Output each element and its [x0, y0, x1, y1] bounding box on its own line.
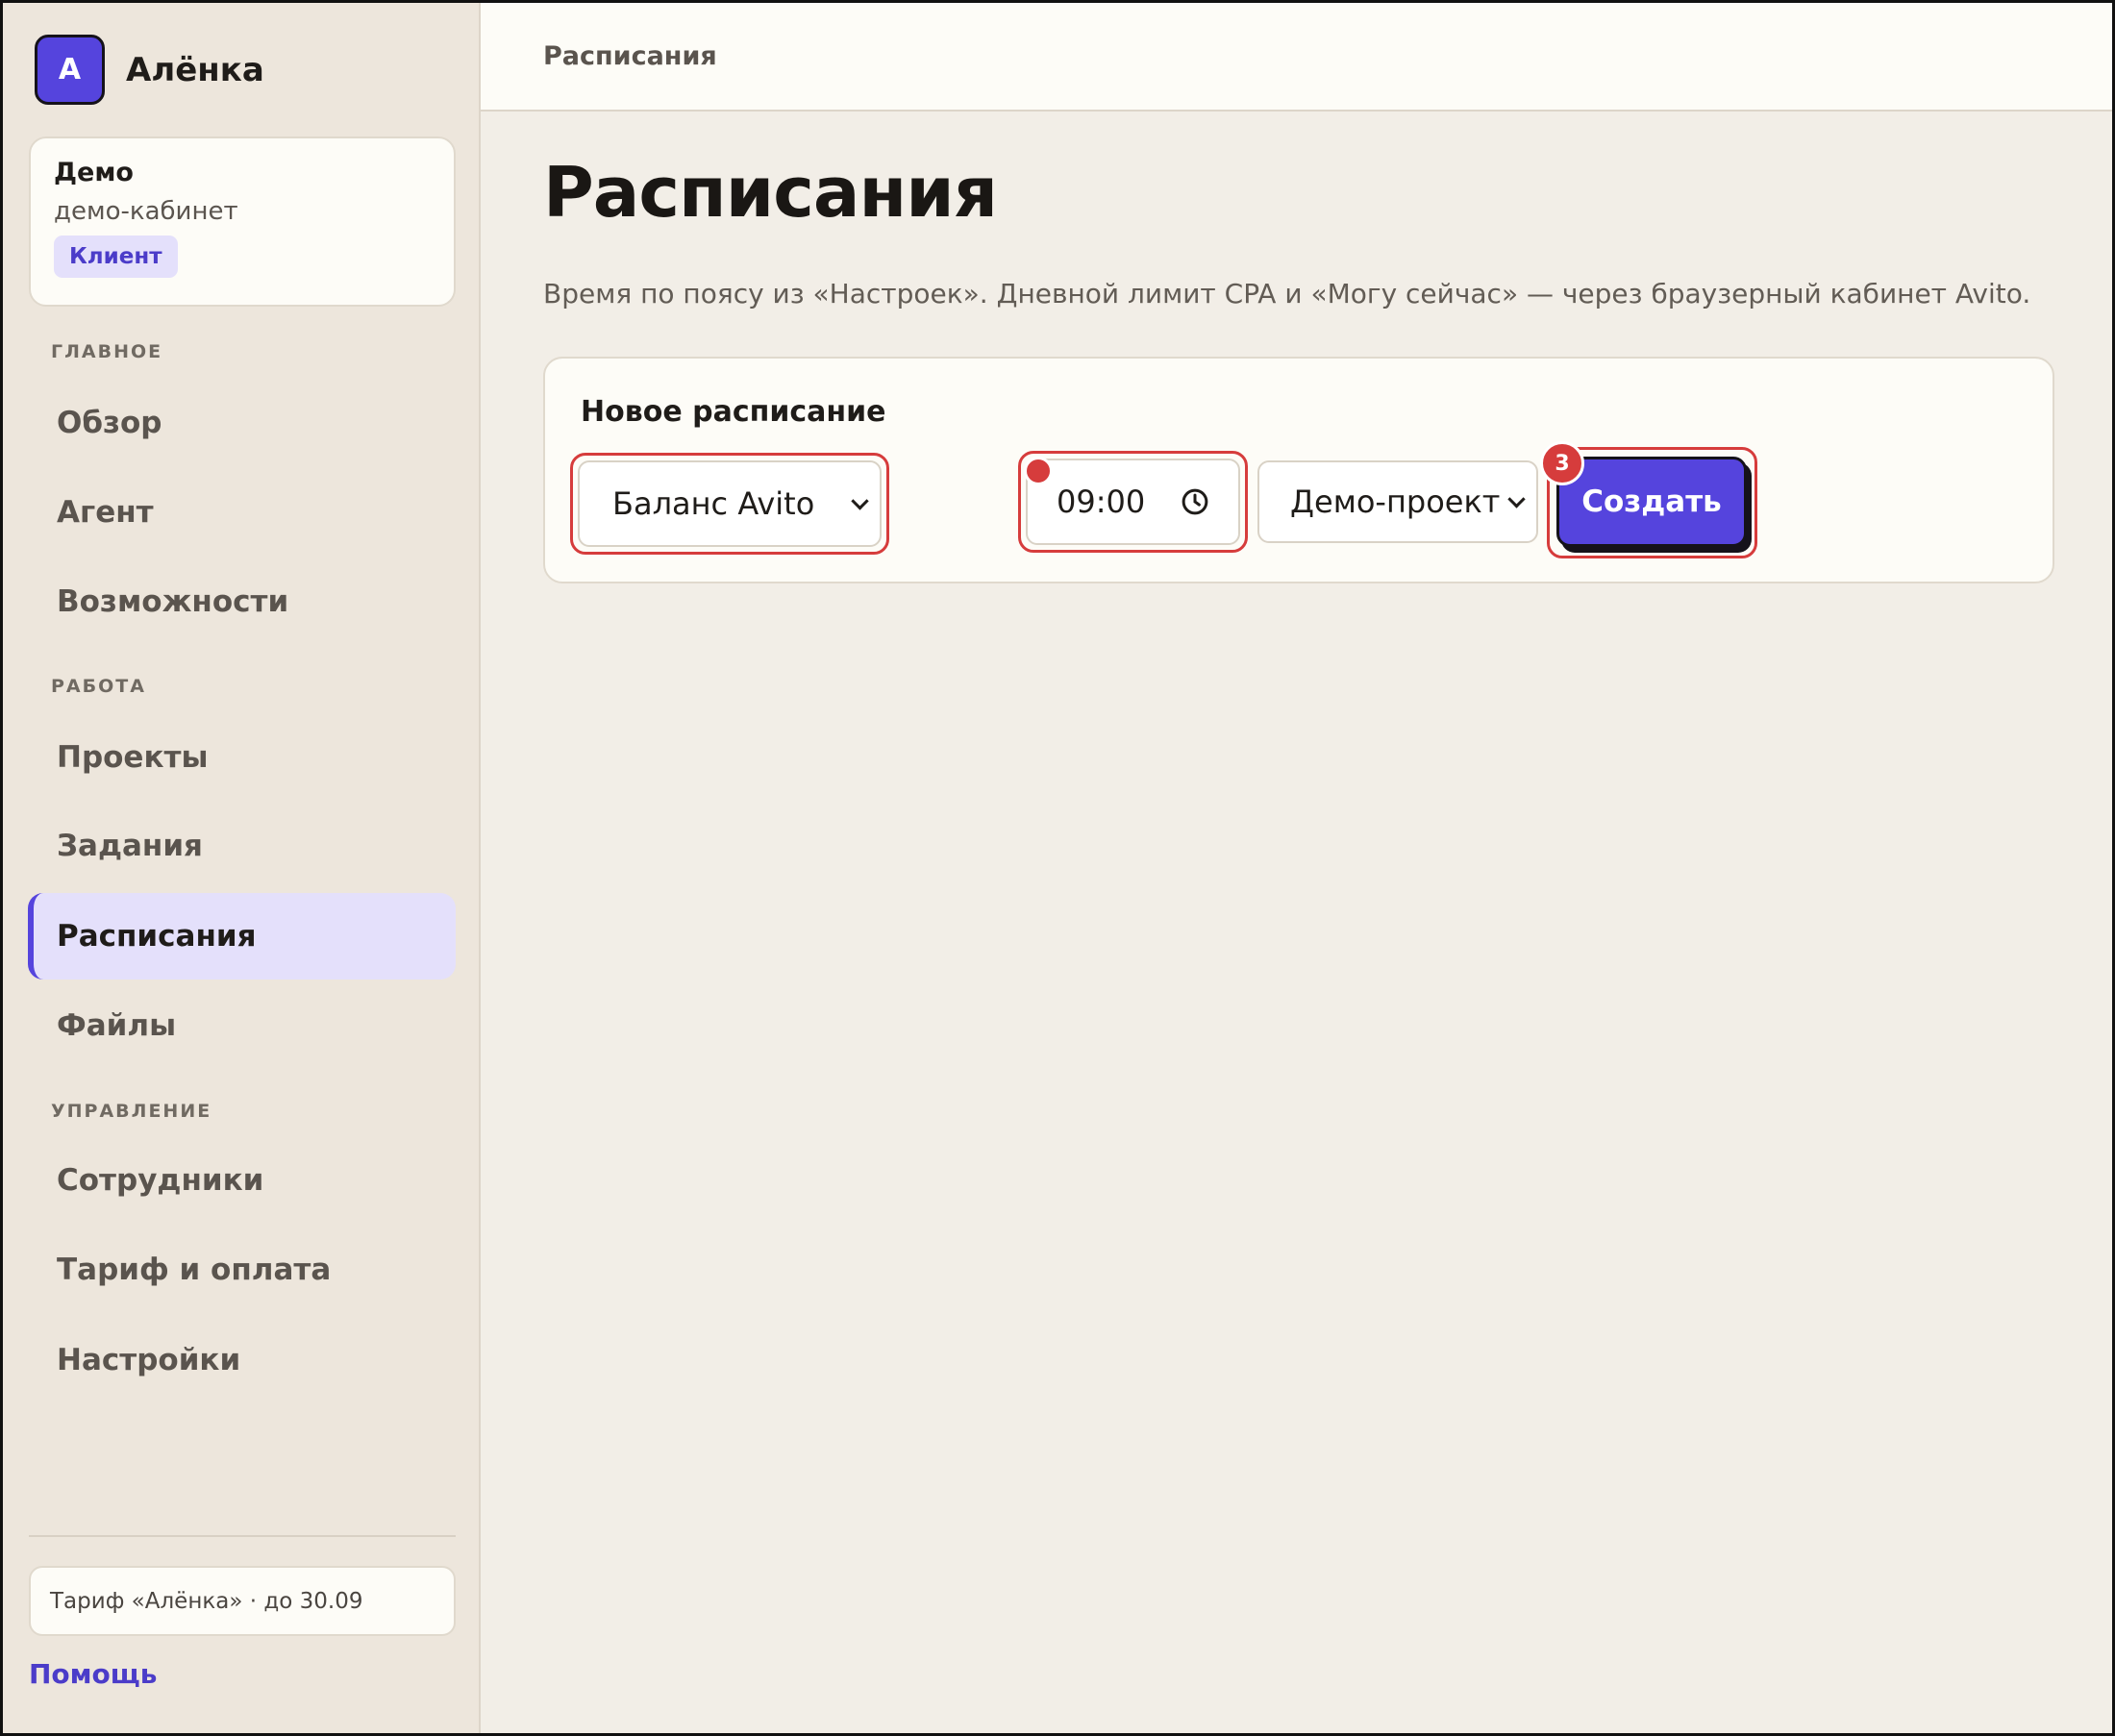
chevron-down-icon — [1507, 490, 1526, 508]
sidebar: А Алёнка Демо демо-кабинет Клиент ГЛАВНО… — [3, 3, 481, 1733]
brand-logo: А — [35, 35, 105, 105]
account-subtitle: демо-кабинет — [54, 197, 238, 226]
step-marker-2 — [1024, 457, 1053, 485]
breadcrumb: Расписания — [543, 41, 717, 71]
account-card[interactable]: Демо демо-кабинет Клиент — [29, 136, 456, 307]
app-window: А Алёнка Демо демо-кабинет Клиент ГЛАВНО… — [0, 0, 2115, 1736]
section-label-manage: УПРАВЛЕНИЕ — [51, 1101, 212, 1122]
brand[interactable]: А Алёнка — [35, 35, 264, 105]
sidebar-item-settings[interactable]: Настройки — [28, 1317, 456, 1403]
sidebar-item-overview[interactable]: Обзор — [28, 380, 456, 466]
sidebar-divider — [29, 1535, 456, 1537]
card-title: Новое расписание — [581, 395, 886, 429]
account-role-badge: Клиент — [54, 236, 178, 278]
page-title: Расписания — [543, 152, 998, 233]
sidebar-item-schedules[interactable]: Расписания — [28, 893, 456, 980]
help-link[interactable]: Помощь — [29, 1658, 157, 1690]
brand-name: Алёнка — [126, 50, 264, 89]
chevron-down-icon — [851, 492, 869, 510]
time-input[interactable]: 09:00 — [1026, 459, 1240, 545]
sidebar-item-files[interactable]: Файлы — [28, 982, 456, 1069]
task-select[interactable]: Баланс Avito — [578, 460, 882, 547]
account-name: Демо — [54, 158, 134, 187]
clock-icon[interactable] — [1181, 487, 1209, 516]
step-marker-3: 3 — [1540, 441, 1584, 485]
create-button[interactable]: Создать — [1556, 457, 1747, 547]
task-select-value: Баланс Avito — [612, 485, 815, 522]
sidebar-item-features[interactable]: Возможности — [28, 558, 456, 645]
sidebar-item-agent[interactable]: Агент — [28, 469, 456, 556]
sidebar-item-tasks[interactable]: Задания — [28, 803, 456, 889]
section-label-work: РАБОТА — [51, 676, 146, 697]
project-select-value: Демо-проект — [1290, 484, 1501, 520]
time-input-value: 09:00 — [1057, 484, 1146, 520]
project-select[interactable]: Демо-проект — [1257, 460, 1538, 543]
section-label-main: ГЛАВНОЕ — [51, 341, 163, 362]
plan-info[interactable]: Тариф «Алёнка» · до 30.09 — [29, 1566, 456, 1636]
sidebar-item-projects[interactable]: Проекты — [28, 714, 456, 801]
sidebar-item-billing[interactable]: Тариф и оплата — [28, 1227, 456, 1313]
sidebar-item-staff[interactable]: Сотрудники — [28, 1137, 456, 1224]
page-description: Время по поясу из «Настроек». Дневной ли… — [543, 278, 2031, 310]
topbar: Расписания — [481, 3, 2112, 112]
